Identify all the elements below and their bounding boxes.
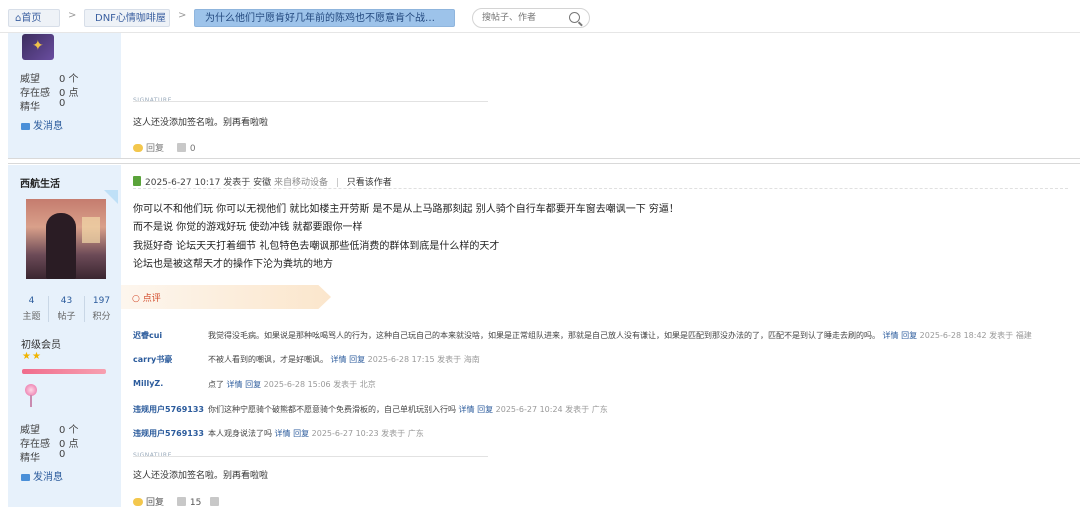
thumbs-up-icon[interactable] [176,143,186,152]
author-name[interactable]: 西航生活 [20,175,60,190]
mobile-icon [133,176,141,186]
thumbs-down-icon[interactable] [210,497,220,506]
comment-meta: 2025-6-27 10:24 发表于 广东 [495,405,608,414]
chevron-right-icon: > [178,10,187,21]
envelope-icon [21,123,30,130]
send-message-link[interactable]: 发消息 [21,468,63,483]
comment-actions[interactable]: 详情 回复 [275,429,310,438]
separator: | [335,178,339,188]
post-body-line: 你可以不和他们玩 你可以无视他们 就比如楼主开劳斯 是不是从上马路那刻起 别人骑… [133,204,679,215]
stat-threads[interactable]: 4 主题 [13,296,50,322]
stat-digest: 精华 0 [20,98,66,113]
comment-user[interactable]: carry书豪 [133,354,172,365]
post-date: 2025-6-27 10:17 发表于 安徽 [145,178,272,188]
post-actions: 回复 0 [133,141,196,154]
breadcrumb-thread[interactable]: 为什么他们宁愿肯好几年前的陈鸡也不愿意肯个战令宠物 ... [194,9,455,27]
reply-icon [133,144,143,152]
thumbs-up-icon[interactable] [176,497,186,506]
search-input[interactable] [482,9,562,27]
send-message-link[interactable]: 发消息 [21,117,63,132]
post-body-line: 论坛也是被这帮天才的操作下沦为粪坑的地方 [133,259,333,270]
forum-thread-page: ⌂首页 > DNF心情咖啡屋 > 为什么他们宁愿肯好几年前的陈鸡也不愿意肯个战令… [0,0,1080,507]
comment-user[interactable]: 迟睿cui [133,330,162,341]
breadcrumb-home[interactable]: ⌂首页 [8,9,60,27]
comment-text: 我觉得没毛病。如果说是那种吆喝骂人的行为，这种自己玩自己的本来就没啥，如果是正常… [208,331,880,340]
post-source: 来自移动设备 [273,178,328,188]
comment-user[interactable]: MillyZ. [133,379,163,388]
comment-user[interactable]: 违规用户5769133 [133,404,204,415]
avatar[interactable] [26,199,106,279]
comment-text: 点了 [208,380,224,389]
comment-text: 本人观身说法了吗 [208,429,272,438]
reply-button[interactable]: 回复 [146,144,164,154]
signature-text: 这人还没添加签名啦。别再看啦啦 [133,471,269,481]
post-body-line: 我挺好奇 论坛天天打着细节 礼包特色去嘲讽那些低消费的群体到底是什么样的天才 [133,241,500,252]
reply-icon [133,498,143,506]
envelope-icon [21,474,30,481]
comment-actions[interactable]: 详情 回复 [459,405,494,414]
comment-meta: 2025-6-28 18:42 发表于 福建 [919,331,1032,340]
signature-text: 这人还没添加签名啦。别再看啦啦 [133,118,269,128]
comment-actions[interactable]: 详情 回复 [331,355,366,364]
stat-points[interactable]: 197 积分 [83,296,120,322]
rank-stars-icon: ★★ [22,351,42,362]
breadcrumb: ⌂首页 > DNF心情咖啡屋 > 为什么他们宁愿肯好几年前的陈鸡也不愿意肯个战令… [0,0,1080,33]
medal-avatar [22,34,54,60]
lollipop-medal-icon [24,384,38,408]
comment-meta: 2025-6-28 17:15 发表于 海南 [367,355,480,364]
only-author-link[interactable]: 只看该作者 [347,178,392,188]
stat-prestige: 威望 0 个 [20,425,79,436]
post-actions: 回复 15 [133,495,220,507]
level-progress-bar [22,369,106,374]
signature-divider [133,456,488,457]
search-icon[interactable] [569,12,580,23]
like-count: 15 [189,498,202,507]
stat-prestige: 威望 0 个 [20,74,79,85]
post-divider [8,158,1080,164]
comment-meta: 2025-6-28 15:06 发表于 北京 [263,380,376,389]
breadcrumb-forum[interactable]: DNF心情咖啡屋 [84,9,170,27]
comment-text: 不被人看到的嘲讽，才是好嘲讽。 [208,355,328,364]
comment-actions[interactable]: 详情 回复 [227,380,262,389]
reply-button[interactable]: 回复 [146,498,164,507]
user-rank[interactable]: 初级会员 [21,336,61,351]
stat-posts[interactable]: 43 帖子 [48,296,85,322]
comment-actions[interactable]: 详情 回复 [883,331,918,340]
stat-presence: 存在感 0 点 [20,439,79,450]
stat-digest: 精华 0 [20,449,66,464]
header-divider [133,188,1068,189]
comment-meta: 2025-6-27 10:23 发表于 广东 [311,429,424,438]
profile-stats: 4 主题 43 帖子 197 积分 [8,296,121,324]
stat-presence: 存在感 0 点 [20,88,79,99]
comment-tab[interactable]: 点评 [121,285,331,309]
chevron-right-icon: > [68,10,77,21]
post-header: 2025-6-27 10:17 发表于 安徽 来自移动设备 | 只看该作者 [133,175,392,188]
comment-text: 你们这种宁愿骑个破熊都不愿意骑个免费滑板的，自己单机玩别入行吗 [208,405,456,414]
search-box [472,8,590,28]
like-count: 0 [189,144,196,154]
post-body-line: 而不是说 你觉的游戏好玩 使劲冲钱 就都要跟你一样 [133,222,363,233]
signature-divider [133,101,488,102]
comment-user[interactable]: 违规用户5769133 [133,428,204,439]
